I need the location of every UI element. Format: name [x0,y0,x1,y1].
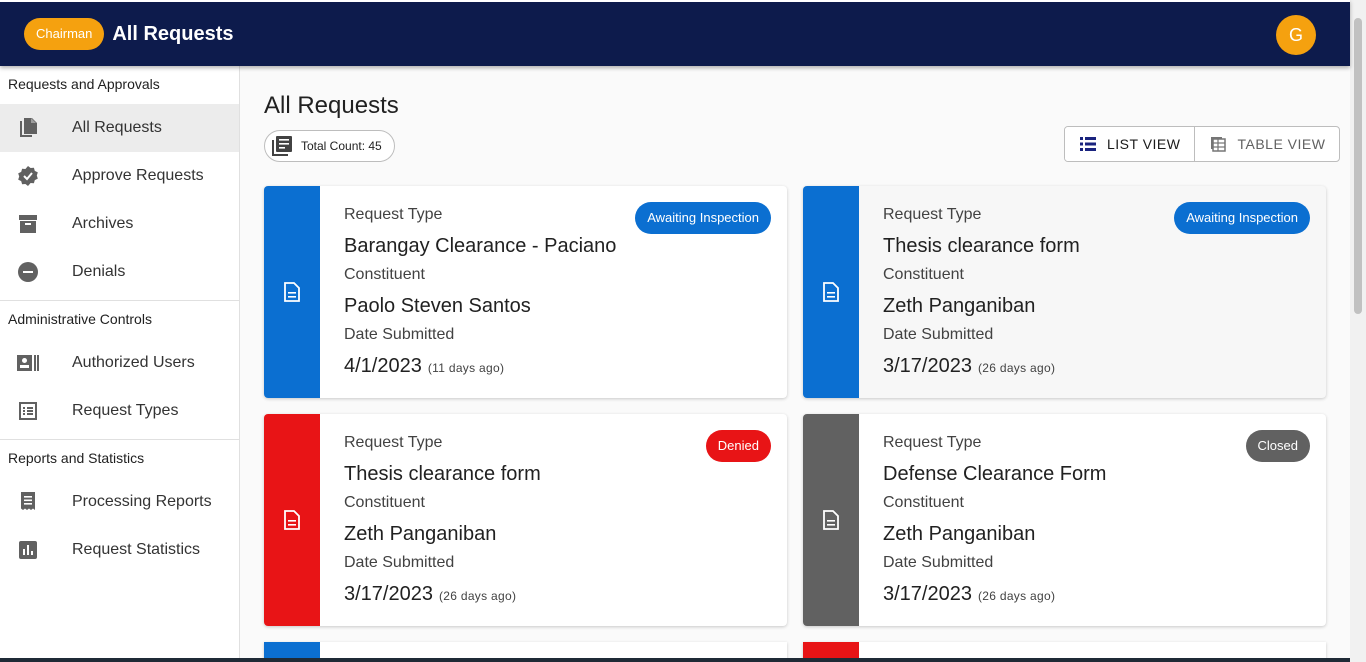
archive-icon [17,213,39,235]
sidebar-item-all-requests[interactable]: All Requests [0,104,239,152]
sidebar-item-label: Approve Requests [72,167,204,184]
sidebar-item-request-types[interactable]: Request Types [0,387,239,435]
constituent-value: Zeth Panganiban [344,523,497,545]
days-ago: (26 days ago) [438,589,517,603]
section-heading-reports: Reports and Statistics [8,450,145,466]
bar-chart-icon [17,539,39,561]
avatar[interactable]: G [1276,15,1316,55]
days-ago: (11 days ago) [427,361,505,375]
verified-icon [17,165,39,187]
file-copy-icon [17,117,39,139]
receipt-icon [17,491,39,513]
status-badge: Awaiting Inspection [1174,202,1310,234]
sidebar-item-denials[interactable]: Denials [0,248,239,296]
constituent-value: Paolo Steven Santos [344,295,531,317]
request-type-value: Defense Clearance Form [883,463,1107,485]
total-count-text: Total Count: 45 [301,139,382,153]
badge-icon [17,352,39,374]
sidebar-item-processing-reports[interactable]: Processing Reports [0,478,239,526]
sidebar-item-approve-requests[interactable]: Approve Requests [0,152,239,200]
constituent-label: Constituent [344,494,425,511]
constituent-value: Zeth Panganiban [883,295,1036,317]
list-view-label: LIST VIEW [1107,136,1181,152]
minus-circle-icon [17,261,39,283]
role-chip: Chairman [24,18,105,50]
app-bar: Chairman All Requests G [0,0,1350,66]
document-icon [284,510,300,530]
card-status-strip [803,186,859,398]
sidebar-item-label: Processing Reports [72,493,212,510]
page-title: All Requests [264,92,399,119]
card-status-strip [264,414,320,626]
constituent-label: Constituent [883,266,964,283]
view-toggle: LIST VIEW TABLE VIEW [1064,126,1341,162]
date-value: 3/17/2023 [883,355,972,377]
list-alt-icon [17,400,39,422]
library-books-icon [271,135,293,157]
date-row: 4/1/2023 (11 days ago) [344,346,763,386]
sidebar: Requests and Approvals All Requests Appr… [0,66,240,662]
card-status-strip [803,414,859,626]
document-icon [823,282,839,302]
date-label: Date Submitted [883,326,994,343]
request-type-label: Request Type [344,434,443,451]
date-label: Date Submitted [344,326,455,343]
request-type-label: Request Type [883,434,982,451]
request-card[interactable]: Request Type Thesis clearance form Const… [803,186,1326,398]
app-title: All Requests [112,22,234,45]
constituent-value: Zeth Panganiban [883,523,1036,545]
document-icon [284,282,300,302]
sidebar-item-label: Authorized Users [72,354,195,371]
vertical-scrollbar[interactable] [1350,0,1366,662]
sidebar-item-label: Denials [72,263,126,280]
sidebar-item-authorized-users[interactable]: Authorized Users [0,339,239,387]
status-badge: Awaiting Inspection [635,202,771,234]
request-card[interactable]: Request Type Barangay Clearance - Pacian… [264,186,787,398]
sidebar-item-label: Archives [72,215,134,232]
status-badge: Denied [705,430,771,462]
constituent-label: Constituent [883,494,964,511]
request-card[interactable]: Request Type Thesis clearance form Const… [264,414,787,626]
sidebar-item-request-statistics[interactable]: Request Statistics [0,526,239,574]
date-row: 3/17/2023 (26 days ago) [344,574,763,614]
card-status-strip [264,186,320,398]
scrollbar-thumb[interactable] [1354,18,1362,314]
total-count-chip: Total Count: 45 [264,130,395,162]
date-label: Date Submitted [344,554,455,571]
request-type-value: Thesis clearance form [344,463,541,485]
section-heading-requests: Requests and Approvals [8,76,160,92]
request-card[interactable]: Request Type Defense Clearance Form Cons… [803,414,1326,626]
list-icon [1079,135,1097,153]
date-label: Date Submitted [883,554,994,571]
sidebar-item-label: Request Statistics [72,541,201,558]
sidebar-item-label: All Requests [72,119,162,136]
section-heading-admin: Administrative Controls [8,311,152,327]
table-icon [1209,135,1227,153]
days-ago: (26 days ago) [977,589,1056,603]
date-value: 4/1/2023 [344,355,422,377]
list-view-button[interactable]: LIST VIEW [1065,127,1195,161]
sidebar-item-label: Request Types [72,402,179,419]
days-ago: (26 days ago) [977,361,1056,375]
taskbar-edge [0,658,1350,662]
document-icon [823,510,839,530]
status-badge: Closed [1245,430,1310,462]
date-row: 3/17/2023 (26 days ago) [883,574,1302,614]
main-content: All Requests Total Count: 45 LIST VIEW T… [240,66,1350,662]
date-value: 3/17/2023 [883,583,972,605]
table-view-label: TABLE VIEW [1237,136,1326,152]
constituent-label: Constituent [344,266,425,283]
table-view-button[interactable]: TABLE VIEW [1194,127,1339,161]
sidebar-item-archives[interactable]: Archives [0,200,239,248]
date-row: 3/17/2023 (26 days ago) [883,346,1302,386]
date-value: 3/17/2023 [344,583,433,605]
